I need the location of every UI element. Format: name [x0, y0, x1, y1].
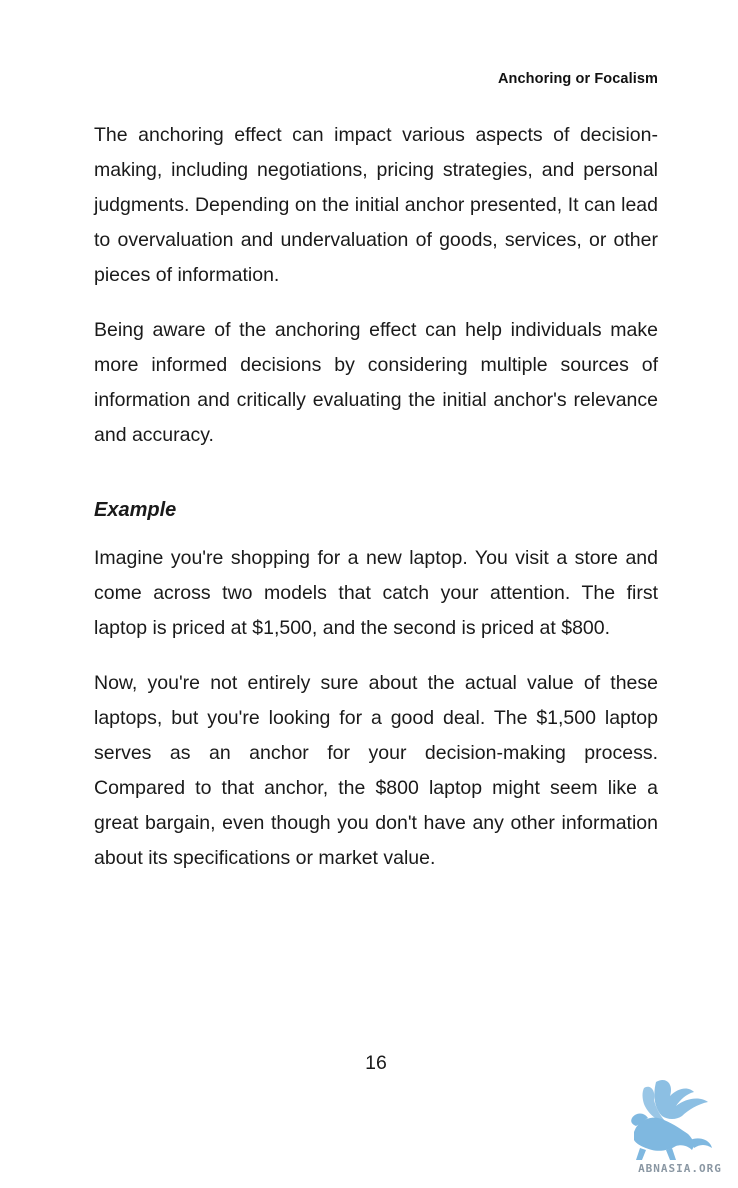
watermark-text: ABNASIA.ORG	[638, 1162, 722, 1175]
paragraph: Now, you're not entirely sure about the …	[94, 672, 658, 869]
page-body: The anchoring effect can impact various …	[94, 118, 658, 876]
paragraph: The anchoring effect can impact various …	[94, 124, 658, 286]
section-heading-example: Example	[94, 499, 177, 521]
paragraph: Being aware of the anchoring effect can …	[94, 319, 658, 446]
watermark: ABNASIA.ORG	[626, 1074, 734, 1180]
paragraph: Imagine you're shopping for a new laptop…	[94, 547, 658, 639]
griffin-logo-icon	[631, 1079, 712, 1160]
page-number: 16	[365, 1052, 387, 1074]
running-header: Anchoring or Focalism	[497, 71, 658, 87]
